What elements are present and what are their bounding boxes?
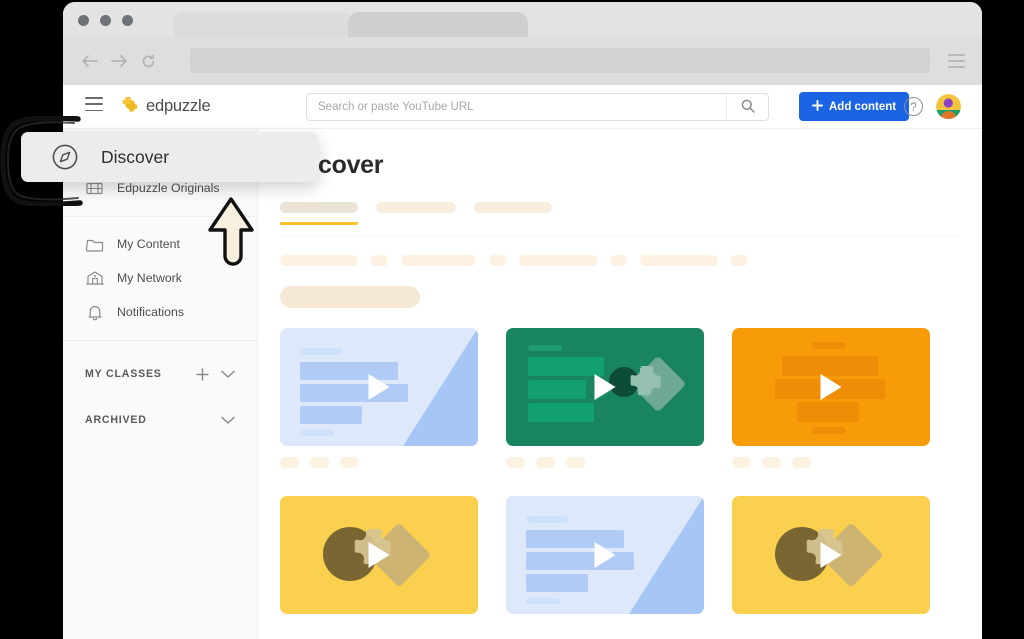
- video-thumbnail[interactable]: [506, 328, 704, 446]
- search-button[interactable]: [726, 94, 768, 120]
- section-heading-placeholder: [280, 286, 420, 308]
- compass-icon: [52, 144, 78, 170]
- filter-chip-small[interactable]: [731, 255, 748, 266]
- film-strip-icon: [85, 181, 104, 196]
- play-icon: [594, 374, 616, 400]
- discover-callout-label: Discover: [101, 146, 170, 167]
- section-label: MY CLASSES: [85, 368, 162, 380]
- video-card[interactable]: [732, 496, 930, 614]
- section-label: ARCHIVED: [85, 414, 147, 426]
- plus-icon: [812, 99, 823, 114]
- video-thumbnail[interactable]: [732, 496, 930, 614]
- chevron-down-icon[interactable]: [221, 416, 235, 425]
- tab-strip-divider: [280, 235, 958, 236]
- sidebar-item-label: Notifications: [117, 305, 184, 319]
- arrow-up-cursor-icon: [208, 197, 254, 266]
- sidebar-divider: [63, 340, 257, 341]
- search-bar[interactable]: [306, 93, 769, 121]
- browser-tab-active[interactable]: [348, 12, 528, 37]
- add-content-label: Add content: [829, 100, 897, 113]
- add-content-button[interactable]: Add content: [799, 92, 910, 121]
- play-icon: [594, 542, 616, 568]
- filter-chip-strip: [280, 255, 982, 266]
- browser-menu-icon[interactable]: [948, 54, 965, 72]
- folder-icon: [85, 237, 104, 252]
- video-thumbnail[interactable]: [280, 328, 478, 446]
- app-body: Discover Edpuzzle Originals My Conte: [63, 129, 982, 639]
- tab-active[interactable]: [280, 202, 358, 233]
- play-icon: [820, 542, 842, 568]
- filter-chip[interactable]: [640, 255, 718, 266]
- user-avatar[interactable]: [936, 94, 961, 119]
- close-window-button[interactable]: [78, 15, 89, 26]
- browser-window: edpuzzle Add content: [63, 2, 982, 639]
- edpuzzle-puzzle-logo-icon: [120, 94, 140, 119]
- search-icon: [741, 99, 755, 116]
- search-input[interactable]: [307, 101, 726, 113]
- video-card[interactable]: [280, 328, 478, 468]
- play-icon: [368, 374, 390, 400]
- window-traffic-lights[interactable]: [78, 15, 133, 26]
- video-card-caption-placeholder: [506, 457, 704, 468]
- video-thumbnail[interactable]: [506, 496, 704, 614]
- app-header: edpuzzle Add content: [63, 85, 982, 129]
- filter-chip-small[interactable]: [371, 255, 388, 266]
- main-content: Discover: [258, 129, 982, 639]
- video-card-caption-placeholder: [732, 457, 930, 468]
- discover-callout[interactable]: Discover: [21, 132, 318, 182]
- tab-strip: [280, 202, 982, 233]
- hamburger-menu-icon[interactable]: [85, 97, 103, 116]
- video-thumbnail[interactable]: [280, 496, 478, 614]
- browser-titlebar: [63, 2, 982, 37]
- screenshot-root: edpuzzle Add content: [0, 0, 1024, 639]
- video-card[interactable]: [506, 496, 704, 614]
- maximize-window-button[interactable]: [122, 15, 133, 26]
- chevron-down-icon[interactable]: [221, 370, 235, 379]
- filter-chip[interactable]: [280, 255, 358, 266]
- sidebar-item-label: My Content: [117, 237, 180, 251]
- browser-toolbar: [63, 37, 982, 85]
- brand-logo[interactable]: edpuzzle: [120, 94, 211, 119]
- sidebar-section-my-classes[interactable]: MY CLASSES: [63, 351, 257, 397]
- school-building-icon: [85, 270, 104, 286]
- browser-tab-inactive[interactable]: [173, 12, 353, 37]
- video-card[interactable]: [280, 496, 478, 614]
- sidebar-section-archived[interactable]: ARCHIVED: [63, 397, 257, 443]
- filter-chip-small[interactable]: [610, 255, 627, 266]
- reload-icon[interactable]: [141, 53, 156, 69]
- video-card[interactable]: [506, 328, 704, 468]
- minimize-window-button[interactable]: [100, 15, 111, 26]
- tab-placeholder[interactable]: [376, 202, 456, 221]
- page-title: Discover: [280, 151, 384, 179]
- sidebar-item-label: Edpuzzle Originals: [117, 181, 220, 195]
- plus-icon[interactable]: [196, 367, 209, 381]
- filter-chip[interactable]: [401, 255, 476, 266]
- sidebar-item-label: My Network: [117, 271, 182, 285]
- play-icon: [820, 374, 842, 400]
- filter-chip[interactable]: [519, 255, 597, 266]
- back-icon[interactable]: [81, 54, 98, 68]
- video-card-caption-placeholder: [280, 457, 478, 468]
- video-card[interactable]: [732, 328, 930, 468]
- brand-name: edpuzzle: [146, 97, 211, 115]
- help-label: ?: [910, 99, 917, 114]
- tab-active-underline: [280, 222, 358, 225]
- question-mark-circle-icon[interactable]: ?: [904, 97, 923, 116]
- video-card-grid: [280, 328, 982, 614]
- tab-placeholder[interactable]: [474, 202, 552, 221]
- browser-url-bar[interactable]: [190, 48, 930, 73]
- sidebar-item-notifications[interactable]: Notifications: [63, 295, 257, 329]
- bell-icon: [85, 304, 104, 321]
- forward-icon[interactable]: [111, 54, 128, 68]
- video-thumbnail[interactable]: [732, 328, 930, 446]
- play-icon: [368, 542, 390, 568]
- filter-chip-small[interactable]: [489, 255, 506, 266]
